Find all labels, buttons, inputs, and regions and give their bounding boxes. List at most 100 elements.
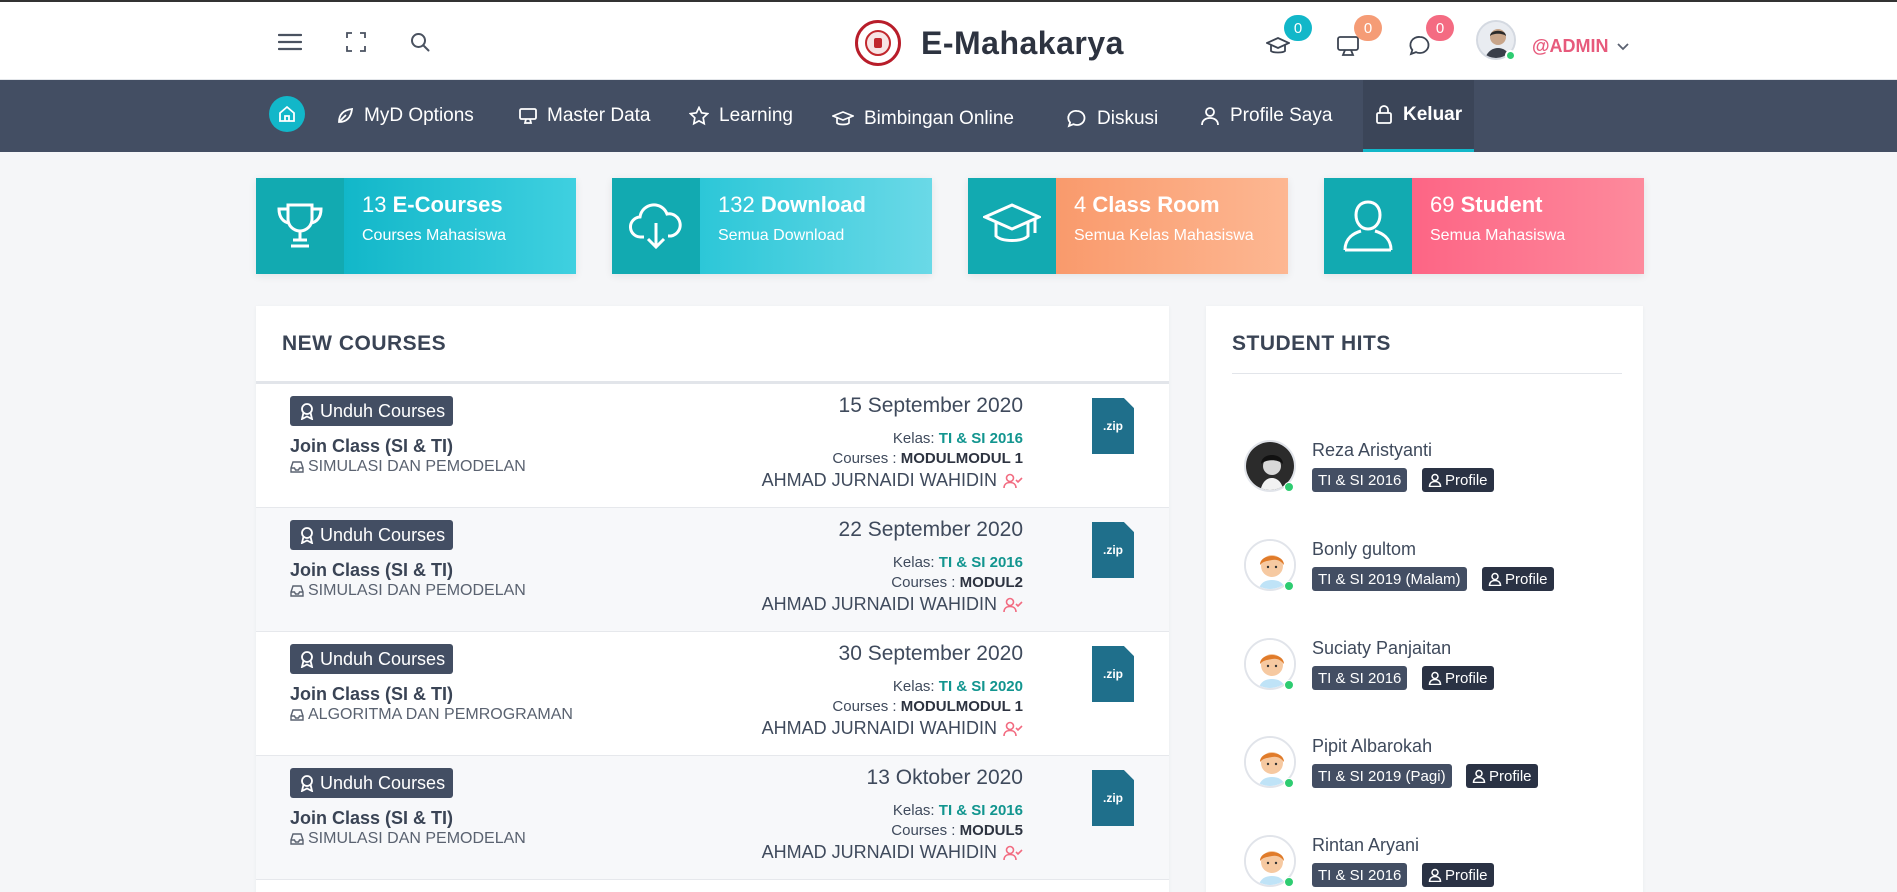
profile-button[interactable]: Profile	[1422, 863, 1494, 887]
graduation-cap-icon	[1266, 37, 1290, 54]
course-row: Unduh Courses Join Class (SI & TI) ALGOR…	[256, 632, 1169, 756]
stat-subtitle: Courses Mahasiswa	[362, 227, 507, 244]
stat-label: E-Courses	[392, 192, 503, 217]
course-kelas: TI & SI 2016	[938, 802, 1023, 819]
user-icon	[1343, 200, 1393, 252]
nav-diskusi[interactable]: Diskusi	[1067, 83, 1158, 155]
course-row: Unduh Courses Join Class (SI & TI) SIMUL…	[256, 384, 1169, 508]
zip-file-icon[interactable]: .zip	[1092, 646, 1134, 702]
course-row: Unduh Courses Join Class (SI & TI) SIMUL…	[256, 508, 1169, 632]
download-course-button[interactable]: Unduh Courses	[290, 396, 454, 426]
user-icon	[1428, 671, 1442, 685]
profile-button[interactable]: Profile	[1466, 764, 1538, 788]
inbox-icon	[290, 833, 304, 845]
award-icon	[300, 527, 314, 544]
student-hit: Suciaty Panjaitan TI & SI 2016 Profile	[1244, 638, 1624, 718]
student-name[interactable]: Bonly gultom	[1312, 539, 1416, 560]
download-course-button[interactable]: Unduh Courses	[290, 520, 454, 550]
notification-badge: 0	[1354, 15, 1382, 41]
user-icon	[1428, 473, 1442, 487]
chevron-down-icon	[1616, 42, 1629, 50]
stat-card-ecourses[interactable]: 13 E-Courses Courses Mahasiswa	[256, 178, 576, 274]
cloud-download-icon	[629, 203, 682, 250]
course-kelas: TI & SI 2020	[938, 678, 1023, 695]
lock-icon	[1376, 104, 1392, 124]
user-icon	[1472, 769, 1486, 783]
course-date: 15 September 2020	[838, 394, 1023, 417]
course-modul: MODUL2	[959, 574, 1023, 591]
student-hits-panel: STUDENT HITS Reza Aristyanti TI & SI 201…	[1206, 306, 1643, 892]
monitor-icon	[519, 108, 537, 124]
course-title[interactable]: Join Class (SI & TI)	[290, 560, 453, 581]
profile-button[interactable]: Profile	[1422, 666, 1494, 690]
notification-badge: 0	[1426, 15, 1454, 41]
online-indicator	[1284, 482, 1294, 492]
trophy-icon	[277, 203, 323, 248]
award-icon	[300, 775, 314, 792]
course-author: AHMAD JURNAIDI WAHIDIN	[761, 842, 997, 862]
online-indicator	[1284, 581, 1294, 591]
zip-file-icon[interactable]: .zip	[1092, 522, 1134, 578]
zip-file-icon[interactable]: .zip	[1092, 398, 1134, 454]
course-subject: ALGORITMA DAN PEMROGRAMAN	[308, 706, 573, 723]
student-name[interactable]: Rintan Aryani	[1312, 835, 1419, 856]
stat-card-classroom[interactable]: 4 Class Room Semua Kelas Mahasiswa	[968, 178, 1288, 274]
zip-file-icon[interactable]: .zip	[1092, 770, 1134, 826]
stat-card-student[interactable]: 69 Student Semua Mahasiswa	[1324, 178, 1644, 274]
course-title[interactable]: Join Class (SI & TI)	[290, 436, 453, 457]
student-name[interactable]: Pipit Albarokah	[1312, 736, 1432, 757]
user-icon	[1428, 868, 1442, 882]
nav-master-data[interactable]: Master Data	[519, 80, 650, 152]
student-name[interactable]: Suciaty Panjaitan	[1312, 638, 1451, 659]
student-hit: Reza Aristyanti TI & SI 2016 Profile	[1244, 440, 1624, 520]
course-title[interactable]: Join Class (SI & TI)	[290, 684, 453, 705]
stat-label: Class Room	[1092, 192, 1220, 217]
student-hit: Bonly gultom TI & SI 2019 (Malam) Profil…	[1244, 539, 1624, 619]
course-row: Unduh Courses Join Class (SI & TI) SIMUL…	[256, 756, 1169, 880]
panel-title: STUDENT HITS	[1232, 332, 1391, 355]
student-name[interactable]: Reza Aristyanti	[1312, 440, 1432, 461]
nav-learning[interactable]: Learning	[689, 80, 793, 152]
course-modul: MODUL5	[959, 822, 1023, 839]
nav-myd-options[interactable]: MyD Options	[336, 80, 474, 152]
course-date: 13 Oktober 2020	[866, 766, 1023, 789]
notification-chat[interactable]: 0	[1402, 15, 1454, 64]
stat-count: 13	[362, 192, 387, 217]
monitor-icon	[1337, 36, 1359, 56]
stat-subtitle: Semua Download	[718, 227, 845, 244]
home-button[interactable]	[269, 96, 305, 132]
download-course-button[interactable]: Unduh Courses	[290, 768, 454, 798]
fullscreen-icon[interactable]	[338, 24, 374, 60]
graduation-cap-icon	[983, 203, 1041, 242]
student-kelas-badge: TI & SI 2016	[1312, 863, 1408, 887]
search-icon[interactable]	[402, 24, 438, 60]
nav-profile-saya[interactable]: Profile Saya	[1200, 80, 1332, 152]
user-menu[interactable]: @ADMIN	[1532, 36, 1629, 57]
stat-subtitle: Semua Kelas Mahasiswa	[1074, 227, 1254, 244]
stat-count: 4	[1074, 192, 1087, 217]
stat-label: Download	[760, 192, 866, 217]
nav-keluar[interactable]: Keluar	[1363, 80, 1475, 152]
award-icon	[300, 651, 314, 668]
online-indicator	[1284, 680, 1294, 690]
menu-icon[interactable]	[272, 24, 308, 60]
stat-count: 132	[718, 192, 755, 217]
download-course-button[interactable]: Unduh Courses	[290, 644, 454, 674]
online-indicator	[1284, 877, 1294, 887]
brand[interactable]: E-Mahakarya	[855, 20, 1124, 66]
star-icon	[689, 106, 709, 126]
notification-courses[interactable]: 0	[1260, 15, 1312, 64]
divider	[1232, 373, 1622, 374]
user-check-icon	[1003, 845, 1023, 860]
course-subject: SIMULASI DAN PEMODELAN	[308, 830, 526, 847]
course-title[interactable]: Join Class (SI & TI)	[290, 808, 453, 829]
notification-monitor[interactable]: 0	[1330, 15, 1382, 64]
graduation-cap-icon	[832, 111, 854, 126]
stat-card-download[interactable]: 132 Download Semua Download	[612, 178, 932, 274]
user-icon	[1201, 107, 1219, 126]
nav-bimbingan-online[interactable]: Bimbingan Online	[832, 83, 1014, 155]
course-subject: SIMULASI DAN PEMODELAN	[308, 458, 526, 475]
student-hit: Pipit Albarokah TI & SI 2019 (Pagi) Prof…	[1244, 736, 1624, 816]
profile-button[interactable]: Profile	[1422, 468, 1494, 492]
profile-button[interactable]: Profile	[1482, 567, 1554, 591]
